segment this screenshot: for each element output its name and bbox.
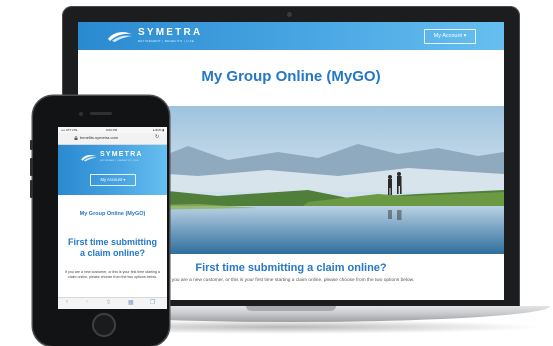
phone-volume-up	[30, 158, 33, 176]
phone-speaker	[90, 112, 112, 115]
status-battery: ▸ 81% ▮	[153, 128, 164, 132]
phone-volume-down	[30, 180, 33, 198]
my-account-button[interactable]: My Account ▾	[424, 29, 476, 44]
brand-tagline: RETIREMENT | BENEFITS | LIFE	[100, 160, 139, 162]
reload-icon[interactable]: ↻	[155, 134, 159, 140]
symetra-logo-icon	[108, 32, 132, 42]
lock-icon	[74, 135, 78, 140]
phone-home-button[interactable]	[92, 313, 116, 337]
url-text[interactable]: benefits.symetra.com	[80, 135, 118, 140]
phone-screen: •••• ATT LTE 9:00 PM ▸ 81% ▮ benefits.sy…	[58, 127, 167, 309]
tabs-icon[interactable]: ❐	[150, 299, 155, 306]
share-icon[interactable]: ⇧	[106, 299, 111, 306]
bookmarks-icon[interactable]: ▦	[128, 299, 134, 306]
claim-section-description: If you are a new customer, or this is yo…	[65, 270, 160, 279]
laptop-camera	[287, 12, 292, 17]
forward-icon[interactable]: ›	[86, 299, 88, 305]
brand-tagline: RETIREMENT | BENEFITS | LIFE	[138, 39, 195, 43]
claim-section-title: First time submitting a claim online?	[67, 237, 157, 258]
status-time: 9:00 PM	[106, 128, 118, 132]
phone-mute-switch	[30, 140, 33, 150]
brand-name: SYMETRA	[100, 151, 143, 158]
my-account-button[interactable]: My Account ▾	[90, 174, 136, 186]
status-carrier: •••• ATT LTE	[61, 128, 78, 132]
brand-name: SYMETRA	[138, 27, 203, 38]
phone-front-camera	[79, 112, 83, 116]
laptop-notch	[246, 306, 336, 311]
symetra-logo-icon	[81, 155, 97, 162]
page-title: My Group Online (MyGO)	[79, 211, 146, 217]
page-title: My Group Online (MyGO)	[201, 68, 381, 85]
back-icon[interactable]: ‹	[66, 299, 68, 305]
